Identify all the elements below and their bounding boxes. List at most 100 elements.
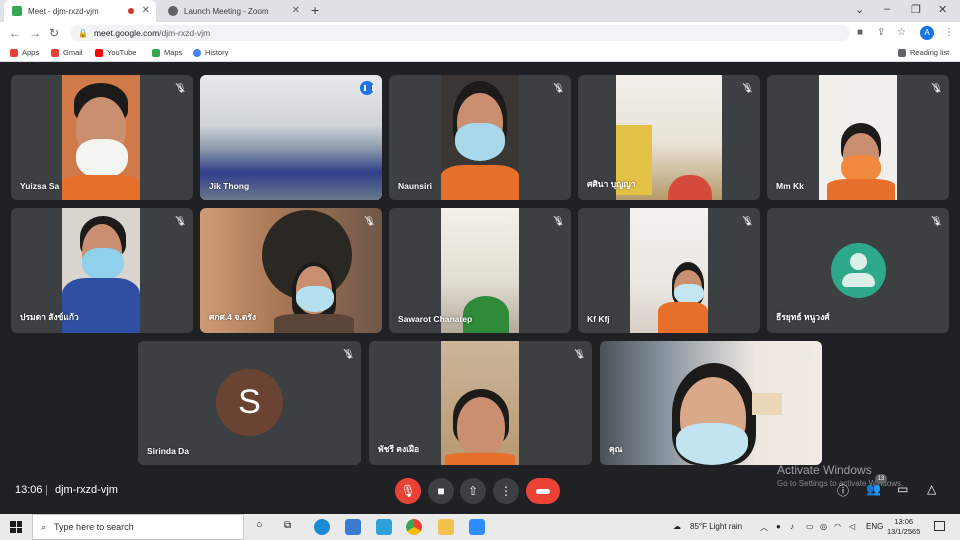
meeting-details-icon[interactable]: ⓘ [837, 482, 849, 499]
participant-tile[interactable]: 🎙 Yuizsa Sa [11, 75, 193, 200]
share-icon[interactable]: ⇪ [877, 27, 885, 38]
people-icon[interactable]: 👥 [866, 482, 881, 496]
forward-button[interactable]: → [29, 26, 41, 40]
tab-meet[interactable]: Meet - djm-rxzd-vjm ✕ [4, 0, 156, 22]
bookmark-label: Maps [164, 48, 183, 57]
history-icon [193, 48, 201, 57]
wifi-icon[interactable]: ◠ [834, 522, 841, 531]
battery-icon[interactable]: ▭ [806, 522, 814, 531]
muted-mic-icon: 🎙 [742, 216, 754, 226]
url-host: meet.google.com [93, 28, 160, 38]
profile-avatar[interactable]: A [920, 26, 934, 40]
people-tray-icon[interactable]: ● [776, 522, 781, 531]
participant-tile[interactable]: 🎙 ธีรยุทธ์ หนูวงศ์ [767, 208, 949, 333]
reading-list-button[interactable]: Reading list [898, 48, 949, 57]
new-tab-button[interactable]: + [311, 2, 319, 18]
line-app-icon[interactable] [376, 519, 392, 535]
bookmark-label: YouTube [107, 48, 137, 57]
tab-strip: Meet - djm-rxzd-vjm ✕ Launch Meeting - Z… [0, 0, 960, 22]
participant-tile[interactable]: 🎙 Mm Kk [767, 75, 949, 200]
tab-zoom[interactable]: Launch Meeting - Zoom ✕ [160, 0, 306, 22]
reload-button[interactable]: ↻ [49, 26, 59, 40]
close-window-button[interactable]: ✕ [938, 3, 947, 16]
restore-button[interactable]: ❐ [911, 3, 921, 16]
bookmark-maps[interactable]: Maps [152, 48, 182, 57]
bookmark-history[interactable]: History [193, 48, 228, 57]
participant-tile[interactable]: 🎙 Sawarot Chanatep [389, 208, 571, 333]
reading-list-icon [898, 48, 906, 57]
taskbar-date: 13/1/2565 [887, 527, 921, 536]
language-indicator[interactable]: ENG [866, 522, 883, 531]
maps-icon [152, 48, 160, 57]
activate-windows-title: Activate Windows [777, 463, 872, 477]
participant-tile[interactable]: 🎙 ศกศ.4 จ.ตรัง [200, 208, 382, 333]
tab-search-icon[interactable]: ⌄ [855, 3, 864, 16]
participant-name: Kf Kfj [587, 314, 610, 324]
muted-mic-icon: 🎙 [553, 83, 565, 93]
taskbar-time: 13:06 [894, 517, 914, 526]
bookmark-apps[interactable]: Apps [10, 48, 39, 57]
weather-text[interactable]: 85°F Light rain [690, 522, 742, 531]
meeting-clock: 13:06 [15, 484, 43, 496]
back-button[interactable]: ← [9, 26, 21, 40]
bookmark-label: History [205, 48, 229, 57]
camera-icon: ■ [437, 484, 445, 498]
chrome-icon[interactable] [406, 519, 422, 535]
participant-tile[interactable]: 🎙 Kf Kfj [578, 208, 760, 333]
network-icon[interactable]: ◎ [820, 522, 827, 531]
participant-video [630, 208, 708, 333]
meeting-code: djm-rxzd-vjm [55, 484, 118, 496]
microphone-toggle-button[interactable]: 🎙 [395, 478, 421, 504]
participant-tile[interactable]: 🎙 Naunsiri [389, 75, 571, 200]
volume-icon[interactable]: ◁ [849, 522, 855, 531]
cortana-icon[interactable]: ○ [256, 519, 263, 531]
close-tab-icon[interactable]: ✕ [142, 5, 150, 16]
windows-start-icon[interactable] [10, 521, 22, 533]
mail-icon[interactable] [345, 519, 361, 535]
task-view-icon[interactable]: ⧉ [284, 520, 291, 531]
weather-icon: ☁ [673, 522, 681, 531]
camera-in-use-icon[interactable]: ■ [857, 27, 863, 38]
muted-mic-icon: 🎙 [931, 216, 943, 226]
close-tab-icon[interactable]: ✕ [292, 5, 300, 16]
bookmark-gmail[interactable]: Gmail [51, 48, 83, 57]
bookmark-youtube[interactable]: YouTube [95, 48, 136, 57]
muted-mic-icon: 🎙 [742, 83, 754, 93]
present-screen-button[interactable]: ⇧ [460, 478, 486, 504]
participant-name: Mm Kk [776, 181, 804, 191]
minimize-button[interactable]: – [884, 3, 890, 15]
globe-icon [168, 6, 178, 16]
muted-mic-icon: 🎙 [553, 216, 565, 226]
bookmark-star-icon[interactable]: ☆ [897, 27, 906, 38]
bookmark-label: Gmail [63, 48, 83, 57]
apps-grid-icon [10, 48, 18, 57]
mic-tray-icon[interactable]: ♪ [790, 522, 794, 531]
participant-tile[interactable]: 🎙 ศศินา บุญญา [578, 75, 760, 200]
zoom-icon[interactable] [469, 519, 485, 535]
taskbar-search-box[interactable]: ⌕ Type here to search [32, 514, 244, 540]
camera-toggle-button[interactable]: ■ [428, 478, 454, 504]
leave-call-button[interactable] [526, 478, 560, 504]
mic-off-icon: 🎙 [400, 484, 416, 498]
file-explorer-icon[interactable] [438, 519, 454, 535]
participant-tile[interactable]: 🎙 ปรมดา สังข์แก้ว [11, 208, 193, 333]
chat-icon[interactable]: ▭ [897, 482, 908, 496]
participant-tile[interactable]: 🎙 พัชรี คงเฝือ [369, 341, 592, 465]
notification-center-icon[interactable] [934, 521, 945, 531]
taskbar-clock[interactable]: 13:06 13/1/2565 [887, 517, 920, 537]
participant-tile[interactable]: S 🎙 Sirinda Da [138, 341, 361, 465]
present-icon: ⇧ [467, 484, 479, 498]
participant-tile[interactable]: 🎙 คุณ [600, 341, 822, 465]
more-options-button[interactable]: ⋮ [493, 478, 519, 504]
participant-tile[interactable]: Jik Thong [200, 75, 382, 200]
menu-icon[interactable]: ⋮ [944, 27, 954, 38]
participant-video [441, 341, 519, 465]
edge-icon[interactable] [314, 519, 330, 535]
muted-mic-icon: 🎙 [574, 349, 586, 359]
youtube-icon [95, 48, 103, 57]
search-placeholder: Type here to search [54, 522, 134, 532]
tray-chevron-icon[interactable]: ︿ [760, 522, 768, 533]
activities-icon[interactable]: △ [927, 482, 936, 496]
address-bar[interactable]: 🔒 meet.google.com/djm-rxzd-vjm [70, 25, 850, 41]
lock-icon: 🔒 [78, 28, 88, 38]
